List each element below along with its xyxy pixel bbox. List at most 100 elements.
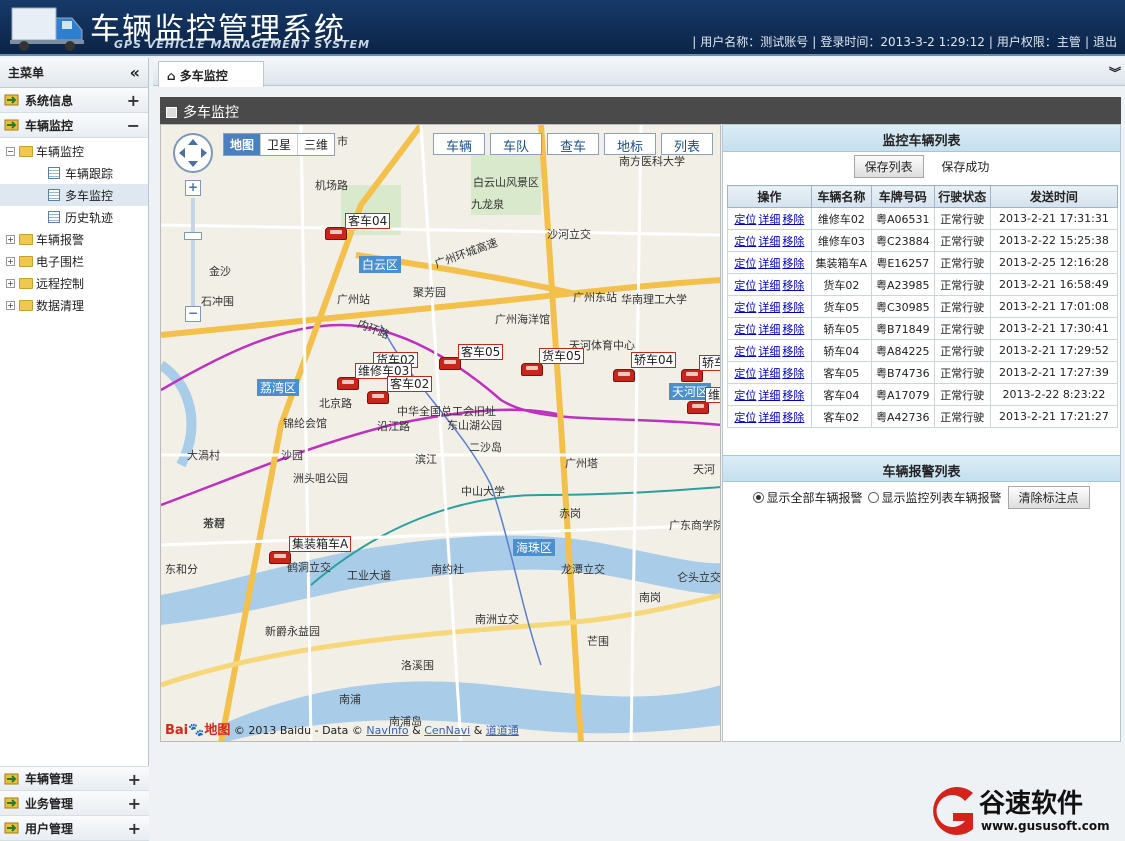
car-label[interactable]: 轿车04 xyxy=(631,352,677,368)
map-type-satellite[interactable]: 卫星 xyxy=(261,134,299,155)
cennavi-link[interactable]: CenNavi xyxy=(424,724,470,737)
detail-link[interactable]: 详细 xyxy=(758,389,780,402)
expand-icon[interactable]: + xyxy=(128,819,141,838)
radio-all-alarms[interactable]: 显示全部车辆报警 xyxy=(753,489,862,506)
logout-link[interactable]: 退出 xyxy=(1093,35,1117,49)
tool-landmark-button[interactable]: 地标 xyxy=(604,133,656,155)
tree-expand-icon[interactable]: + xyxy=(6,278,15,288)
menu-system-info[interactable]: 系统信息 + xyxy=(0,88,148,113)
remove-link[interactable]: 移除 xyxy=(782,257,804,270)
detail-link[interactable]: 详细 xyxy=(758,367,780,380)
remove-link[interactable]: 移除 xyxy=(782,345,804,358)
map-label: 大渦村 xyxy=(187,449,220,462)
detail-link[interactable]: 详细 xyxy=(758,235,780,248)
locate-link[interactable]: 定位 xyxy=(734,367,756,380)
clear-markers-button[interactable]: 清除标注点 xyxy=(1007,485,1090,509)
locate-link[interactable]: 定位 xyxy=(734,279,756,292)
locate-link[interactable]: 定位 xyxy=(734,345,756,358)
detail-link[interactable]: 详细 xyxy=(758,257,780,270)
menu-vehicle-monitor[interactable]: 车辆监控 − xyxy=(0,113,148,138)
detail-link[interactable]: 详细 xyxy=(758,411,780,424)
cell-time: 2013-2-25 12:16:28 xyxy=(989,251,1119,274)
collapse-sidebar-icon[interactable]: « xyxy=(130,63,140,82)
tree-expand-icon[interactable]: + xyxy=(6,256,15,266)
locate-link[interactable]: 定位 xyxy=(734,323,756,336)
save-list-button[interactable]: 保存列表 xyxy=(853,155,924,178)
tree-expand-icon[interactable]: + xyxy=(6,300,15,310)
locate-link[interactable]: 定位 xyxy=(734,389,756,402)
tree-label: 车辆报警 xyxy=(36,232,85,247)
map-type-3d[interactable]: 三维 xyxy=(298,134,334,155)
map-view[interactable]: 机场路 白云山风景区 九龙泉 沙河立交 白云区 广州站 聚芳园 广州东站 广州海… xyxy=(160,124,721,742)
car-marker-icon[interactable] xyxy=(325,227,347,240)
tree-node-data-clean[interactable]: + 数据清理 xyxy=(0,294,148,316)
navinfo-link[interactable]: NavInfo xyxy=(366,724,408,737)
detail-link[interactable]: 详细 xyxy=(758,301,780,314)
tree-collapse-icon[interactable]: − xyxy=(6,146,15,156)
map-zoom-slider[interactable]: + − xyxy=(184,180,202,325)
map-pan-control[interactable] xyxy=(173,133,213,173)
tab-menu-icon[interactable]: ︾ xyxy=(1109,64,1121,81)
tree-item-multi-monitor[interactable]: 多车监控 xyxy=(0,184,148,206)
remove-link[interactable]: 移除 xyxy=(782,323,804,336)
map-type-normal[interactable]: 地图 xyxy=(224,134,262,155)
brand-name: 谷速软件 xyxy=(979,789,1084,819)
radio-off-icon[interactable] xyxy=(868,491,880,503)
menu-user-manage[interactable]: 用户管理 + xyxy=(0,816,149,841)
radio-on-icon[interactable] xyxy=(753,491,765,503)
zoom-in-icon[interactable]: + xyxy=(185,180,201,196)
expand-icon[interactable]: + xyxy=(127,91,140,110)
locate-link[interactable]: 定位 xyxy=(734,257,756,270)
car-marker-icon[interactable] xyxy=(367,391,389,404)
tab-multi-monitor[interactable]: ⌂ 多车监控 xyxy=(158,61,264,87)
remove-link[interactable]: 移除 xyxy=(782,301,804,314)
remove-link[interactable]: 移除 xyxy=(782,279,804,292)
car-label[interactable]: 客车02 xyxy=(387,376,433,392)
zoom-out-icon[interactable]: − xyxy=(185,306,201,322)
tool-list-button[interactable]: 列表 xyxy=(661,133,713,155)
menu-vehicle-manage[interactable]: 车辆管理 + xyxy=(0,766,149,791)
car-label[interactable]: 客车04 xyxy=(345,213,391,229)
car-marker-icon[interactable] xyxy=(613,369,635,382)
tool-find-car-button[interactable]: 查车 xyxy=(547,133,599,155)
daodao-link[interactable]: 道道通 xyxy=(486,724,519,737)
remove-link[interactable]: 移除 xyxy=(782,213,804,226)
tree-item-vehicle-track[interactable]: 车辆跟踪 xyxy=(0,162,148,184)
radio-list-alarms[interactable]: 显示监控列表车辆报警 xyxy=(868,489,1002,506)
tree-node-alarm[interactable]: + 车辆报警 xyxy=(0,228,148,250)
locate-link[interactable]: 定位 xyxy=(734,213,756,226)
tree-node-remote[interactable]: + 远程控制 xyxy=(0,272,148,294)
expand-icon[interactable]: + xyxy=(128,794,141,813)
car-label[interactable]: 货车05 xyxy=(539,348,585,364)
car-marker-icon[interactable] xyxy=(269,551,291,564)
tree-node-vehicle-monitor[interactable]: − 车辆监控 xyxy=(0,140,148,162)
tool-vehicle-button[interactable]: 车辆 xyxy=(433,133,485,155)
cell-name: 维修车02 xyxy=(810,207,872,230)
menu-business-manage[interactable]: 业务管理 + xyxy=(0,791,149,816)
collapse-icon[interactable]: − xyxy=(127,116,140,135)
zoom-handle[interactable] xyxy=(184,232,202,240)
locate-link[interactable]: 定位 xyxy=(734,235,756,248)
car-label[interactable]: 轿车 xyxy=(699,355,720,371)
tree-item-history[interactable]: 历史轨迹 xyxy=(0,206,148,228)
car-marker-icon[interactable] xyxy=(521,363,543,376)
car-label[interactable]: 客车05 xyxy=(458,344,504,360)
remove-link[interactable]: 移除 xyxy=(782,367,804,380)
remove-link[interactable]: 移除 xyxy=(782,411,804,424)
locate-link[interactable]: 定位 xyxy=(734,411,756,424)
tree-expand-icon[interactable]: + xyxy=(6,234,15,244)
zoom-track[interactable] xyxy=(191,198,195,306)
tree-node-fence[interactable]: + 电子围栏 xyxy=(0,250,148,272)
car-label[interactable]: 维修 xyxy=(705,387,720,403)
remove-link[interactable]: 移除 xyxy=(782,389,804,402)
detail-link[interactable]: 详细 xyxy=(758,323,780,336)
detail-link[interactable]: 详细 xyxy=(758,279,780,292)
tool-fleet-button[interactable]: 车队 xyxy=(490,133,542,155)
locate-link[interactable]: 定位 xyxy=(734,301,756,314)
car-label[interactable]: 集装箱车A xyxy=(289,536,352,552)
detail-link[interactable]: 详细 xyxy=(758,213,780,226)
detail-link[interactable]: 详细 xyxy=(758,345,780,358)
remove-link[interactable]: 移除 xyxy=(782,235,804,248)
baidu-logo-icon: Bai🐾地图 xyxy=(165,723,231,738)
expand-icon[interactable]: + xyxy=(128,770,141,789)
